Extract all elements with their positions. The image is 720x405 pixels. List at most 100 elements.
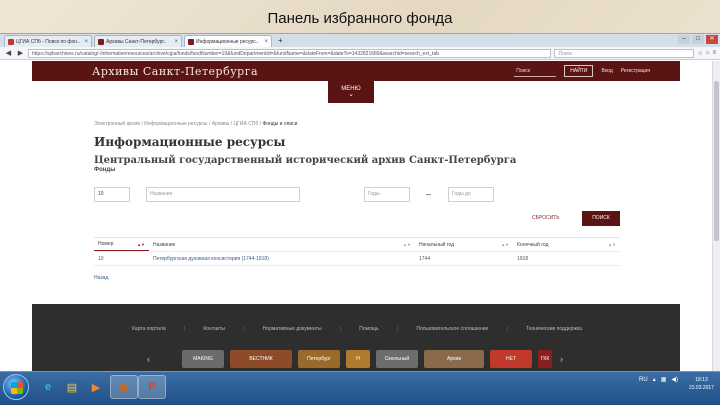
- back-link[interactable]: Назад: [94, 275, 108, 281]
- site-title[interactable]: Архивы Санкт-Петербурга: [92, 65, 258, 78]
- partner-logo[interactable]: MAKING: [182, 350, 224, 368]
- login-link[interactable]: Вход: [601, 68, 612, 74]
- windows-logo-icon: [11, 382, 23, 394]
- volume-icon[interactable]: ◀): [671, 376, 678, 383]
- chevron-up-icon[interactable]: ▴: [653, 376, 656, 383]
- filter-actions: СБРОСИТЬ ПОИСК: [532, 211, 622, 226]
- reset-button[interactable]: СБРОСИТЬ: [532, 215, 560, 221]
- footer-separator: |: [183, 326, 186, 332]
- browser-search-input[interactable]: Поиск: [554, 48, 695, 58]
- partner-logo[interactable]: Петербург: [298, 350, 340, 368]
- clock-date: 23.03.2017: [688, 385, 714, 391]
- breadcrumb-item[interactable]: ЦГИА СПб: [233, 121, 258, 127]
- site-footer: Карта портала | Контакты | Нормативные д…: [32, 304, 680, 372]
- toolbar-icons: ☆ ⌂ ≡: [697, 50, 716, 57]
- browser-tab-1[interactable]: ЦГИА СПб - Поиск по фон.. ×: [4, 35, 92, 47]
- header-search-input[interactable]: Поиск: [514, 66, 557, 77]
- search-button[interactable]: ПОИСК: [582, 211, 620, 226]
- filter-row: 10 Название Годы – Годы до: [94, 187, 624, 203]
- fund-name-input[interactable]: Название: [146, 187, 300, 202]
- footer-link[interactable]: Пользовательское соглашение: [416, 326, 488, 332]
- table-header-row: Номер ▲▼ Название ▲▼ Начальный год ▲▼ Ко…: [94, 238, 620, 252]
- archive-name: Центральный государственный исторический…: [94, 155, 517, 166]
- partner-logo[interactable]: Архив: [424, 350, 484, 368]
- header-label: Начальный год: [419, 241, 455, 248]
- table-row[interactable]: 10 Петербургская духовная консистория (1…: [94, 252, 620, 266]
- firefox-icon[interactable]: ◉: [110, 375, 138, 399]
- year-to-input[interactable]: Годы до: [448, 187, 494, 202]
- find-button[interactable]: НАЙТИ: [564, 65, 594, 77]
- navigation-bar: ◀ ▶ https://spbarchives.ru/catalog/-/inf…: [0, 47, 720, 60]
- home-icon[interactable]: ⌂: [706, 50, 710, 57]
- column-header-end-year[interactable]: Конечный год ▲▼: [513, 238, 620, 251]
- header-controls: Поиск НАЙТИ Вход Регистрация: [514, 65, 650, 77]
- footer-link[interactable]: Контакты: [203, 326, 225, 332]
- browser-window: ЦГИА СПб - Поиск по фон.. × Архивы Санкт…: [0, 33, 720, 372]
- partner-logo[interactable]: Н: [346, 350, 370, 368]
- partner-logo[interactable]: ВЕСТНИК: [230, 350, 292, 368]
- column-header-start-year[interactable]: Начальный год ▲▼: [415, 238, 513, 251]
- footer-separator: |: [396, 326, 399, 332]
- address-bar[interactable]: https://spbarchives.ru/catalog/-/informa…: [28, 48, 552, 58]
- favicon-icon: [8, 38, 14, 45]
- fund-number-input[interactable]: 10: [94, 187, 130, 202]
- close-tab-icon[interactable]: ×: [264, 39, 268, 45]
- powerpoint-icon[interactable]: P: [138, 375, 166, 399]
- breadcrumb-item[interactable]: Электронный архив: [94, 121, 140, 127]
- close-window-button[interactable]: ✕: [706, 35, 718, 44]
- year-from-input[interactable]: Годы: [364, 187, 410, 202]
- cell-name-link[interactable]: Петербургская духовная консистория (1744…: [149, 252, 415, 265]
- tab-label: ЦГИА СПб - Поиск по фон..: [16, 38, 80, 45]
- system-tray: RU ▴ ▦ ◀): [639, 376, 678, 384]
- footer-separator: |: [243, 326, 245, 332]
- scrollbar-thumb[interactable]: [714, 81, 719, 241]
- footer-link[interactable]: Помощь: [359, 326, 378, 332]
- new-tab-button[interactable]: +: [274, 36, 287, 45]
- scrollbar[interactable]: [712, 61, 720, 372]
- browser-tab-3[interactable]: Информационные ресурс.. ×: [184, 35, 272, 47]
- partner-logo[interactable]: НЕТ: [490, 350, 532, 368]
- forward-arrow-icon[interactable]: ▶: [16, 49, 25, 57]
- breadcrumb: Электронный архив / Информационные ресур…: [94, 121, 624, 127]
- page-viewport: Архивы Санкт-Петербурга Поиск НАЙТИ Вход…: [0, 61, 720, 372]
- carousel-prev-icon[interactable]: ‹: [147, 354, 150, 364]
- close-tab-icon[interactable]: ×: [174, 39, 178, 45]
- star-icon[interactable]: ☆: [697, 50, 702, 57]
- favicon-icon: [98, 38, 104, 45]
- clock-time: 18:13: [695, 377, 708, 383]
- partner-logo[interactable]: ГКК: [538, 350, 552, 368]
- breadcrumb-item[interactable]: Архивы: [212, 121, 230, 127]
- footer-link[interactable]: Карта портала: [132, 326, 166, 332]
- footer-link[interactable]: Технические поддержка: [526, 326, 582, 332]
- back-arrow-icon[interactable]: ◀: [4, 49, 13, 57]
- tab-bar: ЦГИА СПб - Поиск по фон.. × Архивы Санкт…: [0, 34, 720, 47]
- sort-icon: ▲▼: [137, 241, 145, 247]
- system-clock[interactable]: 18:13 23.03.2017: [689, 376, 714, 392]
- page-margin-left: [0, 61, 32, 372]
- footer-separator: |: [506, 326, 508, 332]
- start-button[interactable]: [3, 374, 29, 400]
- column-header-name[interactable]: Название ▲▼: [149, 238, 415, 251]
- column-header-number[interactable]: Номер ▲▼: [94, 238, 149, 251]
- network-icon[interactable]: ▦: [661, 376, 667, 383]
- minimize-button[interactable]: –: [678, 35, 690, 44]
- partner-logo[interactable]: Смольный: [376, 350, 418, 368]
- menu-icon[interactable]: ≡: [712, 50, 716, 57]
- browser-tab-2[interactable]: Архивы Санкт-Петербург.. ×: [94, 35, 182, 47]
- breadcrumb-separator: /: [208, 121, 211, 127]
- menu-button[interactable]: МЕНЮ ⌄: [328, 81, 374, 103]
- cell-start-year: 1744: [419, 255, 431, 262]
- media-icon[interactable]: ▶: [82, 375, 110, 399]
- site-header: Архивы Санкт-Петербурга Поиск НАЙТИ Вход…: [32, 61, 680, 81]
- close-tab-icon[interactable]: ×: [84, 39, 88, 45]
- register-link[interactable]: Регистрация: [621, 68, 650, 74]
- maximize-button[interactable]: □: [692, 35, 704, 44]
- language-indicator[interactable]: RU: [639, 377, 648, 383]
- footer-link[interactable]: Нормативные документы: [263, 326, 322, 332]
- breadcrumb-item[interactable]: Информационные ресурсы: [144, 121, 207, 127]
- range-dash: –: [426, 189, 432, 199]
- carousel-next-icon[interactable]: ›: [560, 354, 563, 364]
- breadcrumb-separator: /: [141, 121, 143, 127]
- footer-links: Карта портала | Контакты | Нормативные д…: [132, 326, 582, 332]
- results-table: Номер ▲▼ Название ▲▼ Начальный год ▲▼ Ко…: [94, 237, 620, 266]
